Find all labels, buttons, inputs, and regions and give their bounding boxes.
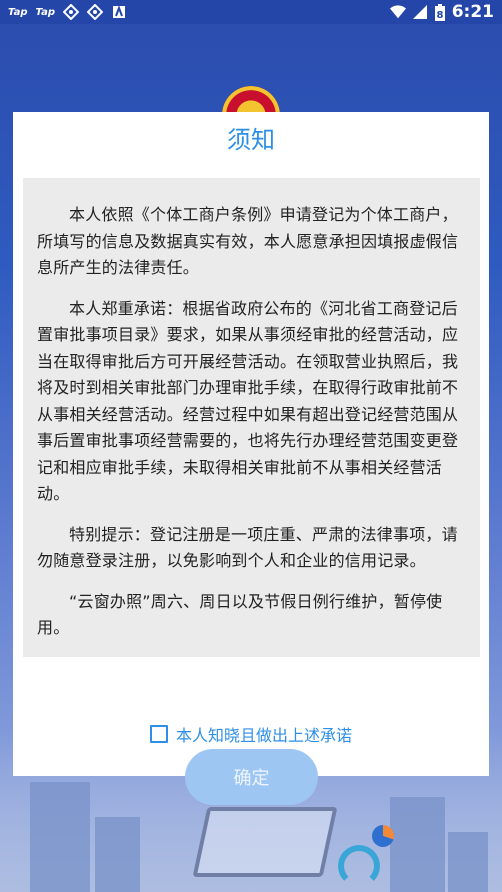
notice-dialog: 须知 本人依照《个体工商户条例》申请登记为个体工商户，所填写的信息及数据真实有效…	[13, 112, 489, 776]
dialog-title: 须知	[227, 126, 275, 154]
status-label-tap: Tap	[8, 6, 28, 18]
ring-chart-illustration	[338, 845, 380, 887]
background-building	[30, 782, 90, 892]
notice-paragraph: “云窗办照”周六、周日以及节假日例行维护，暂停使用。	[37, 591, 443, 638]
background-building	[390, 797, 445, 892]
status-time: 6:21	[451, 2, 494, 22]
notice-paragraph: 本人郑重承诺：根据省政府公布的《河北省工商登记后置审批事项目录》要求，如果从事须…	[37, 298, 459, 504]
wifi-icon	[389, 4, 406, 20]
app-notification-icon	[111, 4, 127, 20]
pie-chart-illustration	[372, 825, 394, 847]
laptop-illustration	[192, 807, 338, 877]
background-building	[95, 817, 140, 892]
vpn-icon	[63, 4, 80, 20]
agree-checkbox-row[interactable]: 本人知晓且做出上述承诺	[13, 722, 489, 746]
notice-paragraph: 特别提示：登记注册是一项庄重、严肃的法律事项，请勿随意登录注册，以免影响到个人和…	[37, 524, 458, 571]
background-building	[448, 832, 488, 892]
notice-paragraph: 本人依照《个体工商户条例》申请登记为个体工商户，所填写的信息及数据真实有效，本人…	[37, 205, 459, 277]
status-bar: Tap Tap 8 6:21	[0, 0, 502, 24]
svg-text:8: 8	[436, 10, 443, 21]
battery-icon: 8	[434, 3, 446, 21]
signal-icon	[412, 4, 428, 20]
agree-checkbox[interactable]	[149, 725, 168, 743]
agree-label[interactable]: 本人知晓且做出上述承诺	[176, 722, 352, 746]
confirm-button[interactable]: 确定	[185, 749, 318, 805]
status-label-tap: Tap	[35, 6, 56, 18]
vpn-icon	[87, 4, 104, 20]
notice-text-box: 本人依照《个体工商户条例》申请登记为个体工商户，所填写的信息及数据真实有效，本人…	[23, 178, 480, 657]
